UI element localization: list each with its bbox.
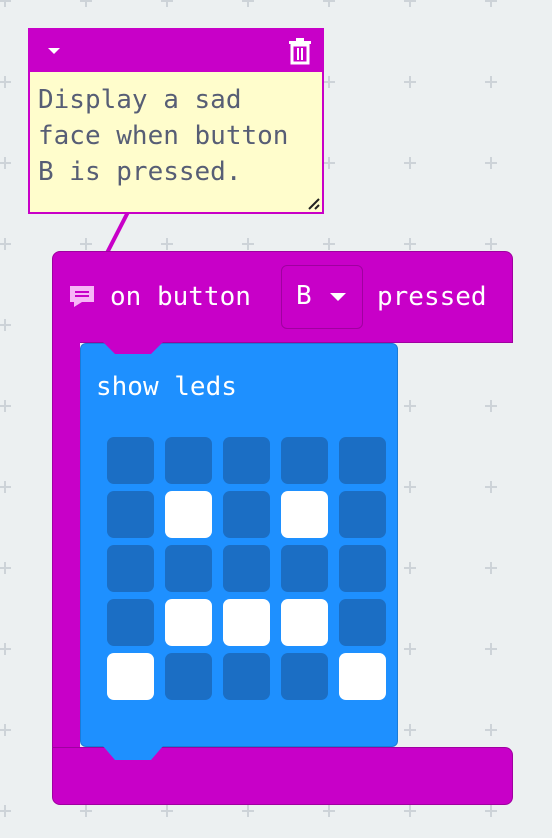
- block-comment[interactable]: Display a sad face when button B is pres…: [28, 28, 324, 214]
- button-select-value: B: [296, 281, 312, 311]
- led-cell[interactable]: [107, 437, 154, 484]
- led-cell[interactable]: [281, 437, 328, 484]
- button-select-dropdown[interactable]: B: [281, 265, 363, 329]
- on-button-pressed-block-arm: [52, 330, 80, 750]
- led-cell[interactable]: [281, 491, 328, 538]
- block-notch-top: [103, 342, 163, 354]
- collapse-triangle-icon[interactable]: [44, 44, 64, 58]
- led-cell[interactable]: [107, 491, 154, 538]
- pressed-label: pressed: [377, 282, 487, 312]
- led-cell[interactable]: [165, 599, 212, 646]
- led-cell[interactable]: [223, 437, 270, 484]
- led-cell[interactable]: [339, 545, 386, 592]
- comment-icon[interactable]: [68, 284, 96, 308]
- trash-icon[interactable]: [286, 36, 314, 66]
- led-cell[interactable]: [165, 545, 212, 592]
- show-leds-label: show leds: [96, 372, 237, 402]
- block-notch-bottom: [103, 746, 163, 760]
- led-cell[interactable]: [107, 653, 154, 700]
- led-cell[interactable]: [281, 599, 328, 646]
- led-cell[interactable]: [223, 545, 270, 592]
- comment-header[interactable]: [30, 30, 322, 72]
- led-cell[interactable]: [165, 437, 212, 484]
- resize-handle-icon[interactable]: [306, 196, 320, 210]
- led-cell[interactable]: [165, 491, 212, 538]
- chevron-down-icon: [330, 293, 346, 301]
- led-cell[interactable]: [339, 437, 386, 484]
- led-cell[interactable]: [339, 491, 386, 538]
- led-cell[interactable]: [281, 545, 328, 592]
- led-cell[interactable]: [223, 653, 270, 700]
- led-cell[interactable]: [281, 653, 328, 700]
- led-cell[interactable]: [165, 653, 212, 700]
- led-cell[interactable]: [339, 599, 386, 646]
- led-cell[interactable]: [223, 491, 270, 538]
- comment-text[interactable]: Display a sad face when button B is pres…: [38, 82, 320, 190]
- blocks-workspace[interactable]: on button B pressed show leds Display a …: [0, 0, 552, 838]
- on-button-label: on button: [110, 282, 251, 312]
- led-cell[interactable]: [223, 599, 270, 646]
- led-cell[interactable]: [107, 599, 154, 646]
- led-cell[interactable]: [339, 653, 386, 700]
- led-cell[interactable]: [107, 545, 154, 592]
